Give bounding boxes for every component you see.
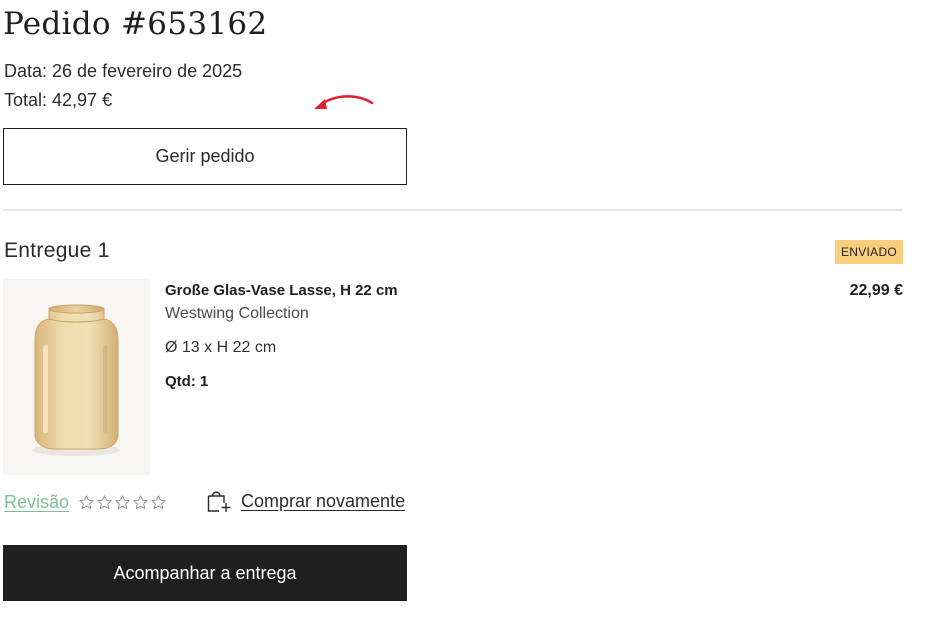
order-date: Data: 26 de fevereiro de 2025	[4, 61, 243, 81]
red-arrow-icon	[314, 95, 374, 109]
manage-order-button[interactable]: Gerir pedido	[3, 128, 407, 185]
product-dimensions: Ø 13 x H 22 cm	[165, 339, 277, 356]
shopping-bag-plus-icon	[207, 491, 231, 512]
order-total: Total: 42,97 €	[4, 90, 113, 110]
product-name[interactable]: Große Glas-Vase Lasse, H 22 cm	[165, 282, 398, 299]
vase-illustration	[3, 279, 150, 475]
buy-again-button[interactable]: Comprar novamente	[207, 489, 405, 513]
product-brand: Westwing Collection	[165, 305, 309, 322]
buy-again-label[interactable]: Comprar novamente	[241, 491, 405, 512]
star-outline-icon[interactable]	[96, 494, 113, 511]
shipment-title: Entregue 1	[4, 239, 110, 262]
track-delivery-button[interactable]: Acompanhar a entrega	[3, 545, 407, 601]
star-outline-icon[interactable]	[78, 494, 95, 511]
product-image[interactable]	[3, 279, 150, 475]
status-badge: ENVIADO	[835, 240, 903, 264]
product-quantity: Qtd: 1	[165, 373, 209, 390]
star-outline-icon[interactable]	[132, 494, 149, 511]
star-outline-icon[interactable]	[114, 494, 131, 511]
order-title: Pedido #653162	[3, 6, 268, 42]
section-divider	[3, 209, 903, 211]
rating-stars[interactable]	[78, 494, 167, 511]
review-link[interactable]: Revisão	[4, 492, 69, 513]
star-outline-icon[interactable]	[150, 494, 167, 511]
product-price: 22,99 €	[849, 282, 903, 299]
